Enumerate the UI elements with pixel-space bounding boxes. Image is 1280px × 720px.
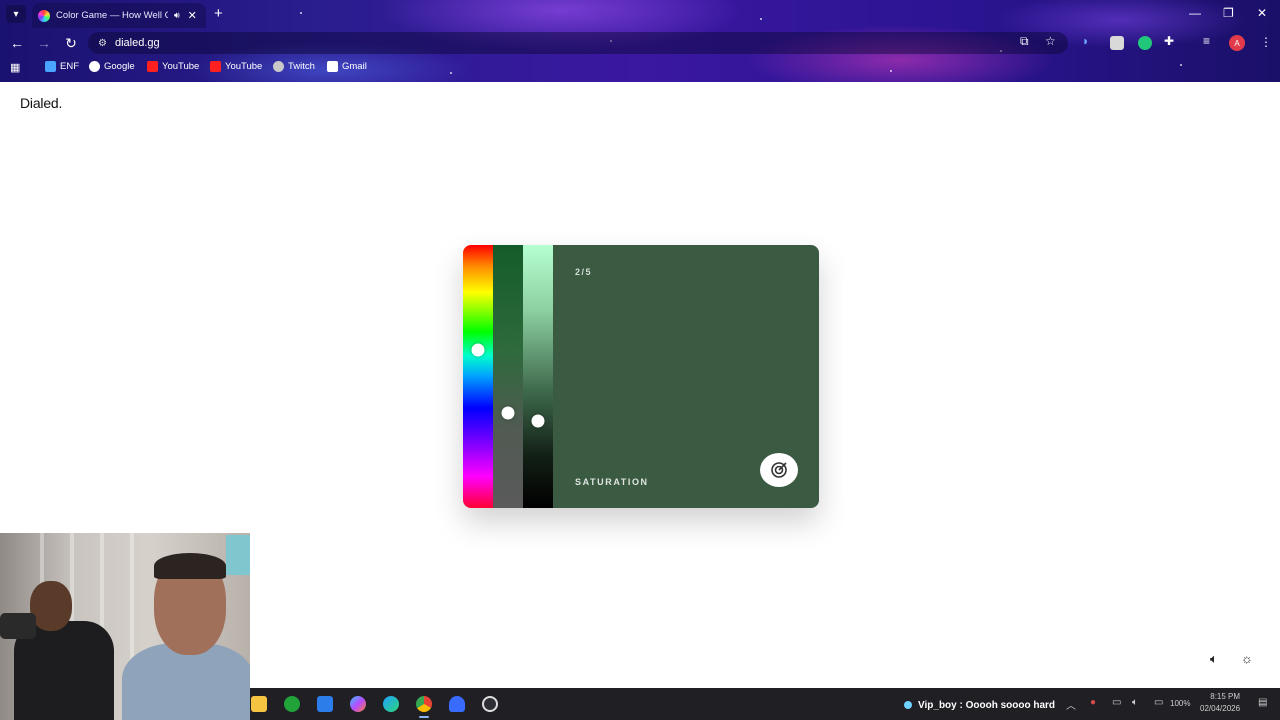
clock-date: 02/04/2026 <box>1200 704 1241 713</box>
system-clock[interactable]: 8:15 PM 02/04/2026 <box>1200 691 1240 715</box>
theme-toggle-icon[interactable]: ☼ <box>1241 651 1253 666</box>
enf-icon <box>45 61 56 72</box>
obs-icon[interactable] <box>482 696 498 712</box>
copilot-icon[interactable] <box>350 696 366 712</box>
hue-slider-handle[interactable] <box>471 343 485 357</box>
media-controls-icon[interactable]: ≡ <box>1203 34 1210 48</box>
brightness-slider-handle[interactable] <box>531 414 545 428</box>
network-icon[interactable]: ▭ <box>1112 697 1121 708</box>
chat-icon <box>904 701 912 709</box>
tray-overflow-icon[interactable]: ︿ <box>1066 697 1076 712</box>
globe-icon <box>273 61 284 72</box>
sound-toggle-icon[interactable]: 🔈︎ <box>1210 651 1218 667</box>
chat-message: Vip_boy : Ooooh soooo hard <box>918 699 1056 711</box>
bookmark-star-icon[interactable]: ☆ <box>1045 34 1056 48</box>
bookmark-label: YouTube <box>225 61 263 72</box>
bookmarks-bar: ▦ ENF Google YouTube YouTube Twitch Gmai… <box>0 58 1280 78</box>
youtube-icon <box>210 61 221 72</box>
bookmark-label: Twitch <box>288 61 315 72</box>
volume-icon[interactable]: 🔈︎ <box>1132 697 1138 708</box>
youtube-icon <box>147 61 158 72</box>
bookmark-youtube[interactable]: YouTube <box>147 61 199 72</box>
bookmark-label: ENF <box>60 61 79 72</box>
gmail-icon <box>327 61 338 72</box>
speaker-icon[interactable]: 🔊︎ <box>174 10 180 21</box>
edge-icon[interactable] <box>383 696 399 712</box>
new-tab-button[interactable]: + <box>214 5 223 22</box>
target-icon <box>771 462 787 478</box>
close-tab-icon[interactable]: ✕ <box>188 9 197 22</box>
url-text: dialed.gg <box>114 37 160 49</box>
bookmark-google[interactable]: Google <box>89 61 135 72</box>
battery-icon[interactable]: ▭ <box>1154 697 1163 708</box>
bookmark-label: Gmail <box>342 61 367 72</box>
brightness-slider[interactable] <box>523 245 553 508</box>
bookmark-gmail[interactable]: Gmail <box>327 61 367 72</box>
back-icon[interactable]: ← <box>8 35 26 51</box>
chrome-icon[interactable] <box>416 696 432 712</box>
google-icon <box>89 61 100 72</box>
apps-grid-icon[interactable]: ▦ <box>10 61 20 74</box>
tab-search-button[interactable]: ▾ <box>6 5 26 23</box>
site-logo[interactable]: Dialed. <box>20 95 62 111</box>
bookmark-label: Google <box>104 61 135 72</box>
notification-icon[interactable]: ▤ <box>1258 697 1267 708</box>
close-window-icon[interactable]: ✕ <box>1257 6 1267 20</box>
arc-app-icon[interactable] <box>449 696 465 712</box>
submit-guess-button[interactable] <box>760 453 798 487</box>
saturation-slider-handle[interactable] <box>501 406 515 420</box>
read-aloud-icon[interactable]: ◗ <box>1082 34 1089 48</box>
maximize-icon[interactable]: ❐ <box>1223 6 1234 20</box>
color-game-card: 2/5 SATURATION <box>463 245 819 508</box>
active-control-label: SATURATION <box>575 477 649 487</box>
file-explorer-icon[interactable] <box>251 696 267 712</box>
forward-icon[interactable]: → <box>35 35 53 51</box>
editor-app-icon[interactable] <box>317 696 333 712</box>
tab-title: Color Game — How Well C <box>56 10 168 21</box>
chat-notification[interactable]: Vip_boy : Ooooh soooo hard <box>904 696 1055 714</box>
profile-avatar[interactable]: A <box>1229 35 1245 51</box>
round-counter: 2/5 <box>575 267 593 277</box>
mic-muted-icon[interactable]: ● <box>1090 697 1096 708</box>
hue-slider[interactable] <box>463 245 493 508</box>
color-preview-panel: 2/5 SATURATION <box>553 245 819 508</box>
webcam-overlay <box>0 533 250 720</box>
browser-toolbar: ← → ↻ ⚙ dialed.gg ⧉ ☆ ◗ ✚ ≡ A ⋮ <box>0 30 1280 56</box>
extensions-puzzle-icon[interactable]: ✚ <box>1164 34 1174 48</box>
extension-qr-icon[interactable] <box>1110 36 1124 50</box>
bookmark-youtube-2[interactable]: YouTube <box>210 61 262 72</box>
bookmark-enf[interactable]: ENF <box>45 61 79 72</box>
site-info-icon[interactable]: ⚙ <box>98 38 107 49</box>
address-bar[interactable]: ⚙ dialed.gg <box>88 32 1068 54</box>
active-tab[interactable]: Color Game — How Well C 🔊︎ ✕ <box>32 3 206 28</box>
battery-percent: 100% <box>1170 699 1191 708</box>
os-taskbar: Vip_boy : Ooooh soooo hard ︿ ● ▭ 🔈︎ ▭ 10… <box>250 688 1280 720</box>
xbox-icon[interactable] <box>284 696 300 712</box>
tab-bar: ▾ Color Game — How Well C 🔊︎ ✕ + — ❐ ✕ <box>0 0 1280 28</box>
install-app-icon[interactable]: ⧉ <box>1020 34 1029 49</box>
microphone <box>0 613 36 639</box>
minimize-icon[interactable]: — <box>1189 6 1201 20</box>
browser-chrome: ▾ Color Game — How Well C 🔊︎ ✕ + — ❐ ✕ ←… <box>0 0 1280 82</box>
saturation-slider[interactable] <box>493 245 523 508</box>
color-wheel-icon <box>38 9 50 22</box>
bookmark-twitch[interactable]: Twitch <box>273 61 315 72</box>
reload-icon[interactable]: ↻ <box>62 35 80 52</box>
extension-tk-icon[interactable] <box>1138 36 1152 50</box>
menu-kebab-icon[interactable]: ⋮ <box>1260 35 1272 49</box>
bookmark-label: YouTube <box>162 61 200 72</box>
clock-time: 8:15 PM <box>1210 692 1241 701</box>
